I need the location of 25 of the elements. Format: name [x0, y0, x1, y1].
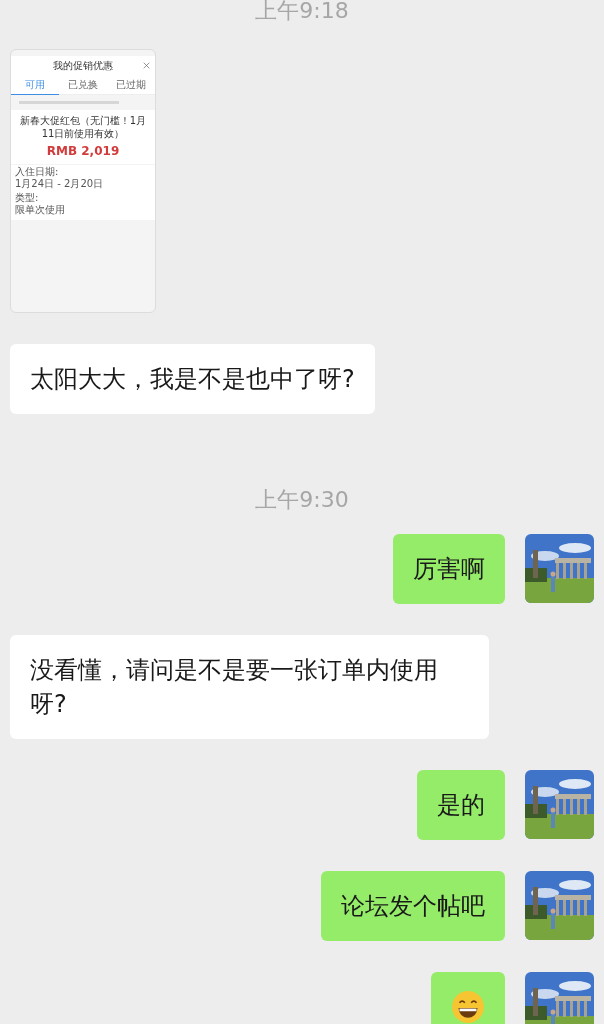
promo-amount: RMB 2,019: [46, 143, 120, 160]
timestamp: 上午9:18: [255, 0, 349, 25]
avatar[interactable]: [525, 972, 594, 1024]
message-bubble[interactable]: 没看懂，请问是不是要一张订单内使用呀?: [10, 635, 489, 739]
message-bubble[interactable]: 厉害啊: [393, 534, 505, 604]
message-bubble[interactable]: 是的: [417, 770, 505, 840]
timestamp: 上午9:30: [255, 486, 349, 514]
avatar[interactable]: [525, 534, 594, 603]
field-label: 入住日期:: [15, 166, 60, 178]
field-value: 1月24日 - 2月20日: [15, 178, 105, 190]
field-value: 限单次使用: [15, 204, 66, 216]
close-icon: [143, 62, 150, 69]
screenshot-message[interactable]: 我的促销优惠 可用 已兑换 已过期 新春大促红包（无门槛！1月11日前使用有效） RMB 2,019 入住日期: 1月24日 - 2月20日 类型: 限单次使用: [10, 49, 156, 313]
screen-title: 我的促销优惠: [53, 60, 113, 72]
avatar[interactable]: [525, 770, 594, 839]
screen-tab: 已兑换: [59, 76, 107, 95]
field-label: 类型:: [15, 192, 40, 204]
message-bubble[interactable]: [431, 972, 505, 1024]
promo-title: 新春大促红包（无门槛！1月11日前使用有效）: [18, 114, 148, 140]
message-bubble[interactable]: 论坛发个帖吧: [321, 871, 505, 941]
avatar[interactable]: [525, 871, 594, 940]
screen-tab: 可用: [11, 76, 59, 95]
screen-tab: 已过期: [107, 76, 155, 95]
grinning-emoji-icon: [451, 990, 485, 1024]
message-bubble[interactable]: 太阳大大，我是不是也中了呀?: [10, 344, 375, 414]
